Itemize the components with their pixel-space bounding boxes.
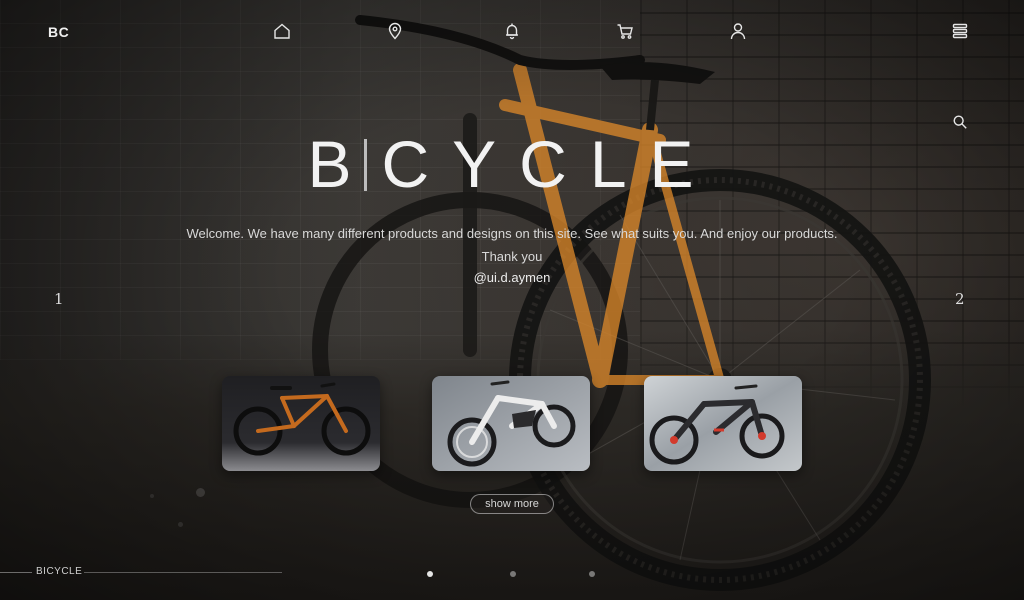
stacked-menu-icon[interactable] [951,22,969,40]
hero-title-rest: CYCLE [381,127,717,201]
product-image [222,376,380,471]
pagination-dot[interactable] [510,571,516,577]
hero-description: Welcome. We have many different products… [186,226,838,241]
cart-icon[interactable] [616,22,634,40]
user-icon[interactable] [729,22,747,40]
pagination-dot[interactable] [589,571,595,577]
slide-next-number[interactable]: 2 [955,290,965,308]
author-handle[interactable]: @ui.d.aymen [0,270,1024,285]
footer-divider-left [0,572,32,573]
title-divider-bar [364,139,368,191]
location-pin-icon[interactable] [386,22,404,40]
pagination-dot[interactable] [427,571,433,577]
footer-label: BICYCLE [36,566,83,577]
hero-title: B CYCLE [0,126,1024,202]
product-image [432,376,590,471]
footer-divider-right [84,572,282,573]
bell-icon[interactable] [503,22,521,40]
show-more-button[interactable]: show more [470,494,554,514]
hero-thanks: Thank you [481,249,543,264]
product-image [644,376,802,471]
product-card-red-accent-e-bike[interactable] [644,376,802,471]
slide-prev-number[interactable]: 1 [54,290,64,308]
product-card-white-e-bike[interactable] [432,376,590,471]
product-card-orange-mountain-bike[interactable] [222,376,380,471]
home-icon[interactable] [273,22,291,40]
brand-logo[interactable]: BC [48,24,69,40]
